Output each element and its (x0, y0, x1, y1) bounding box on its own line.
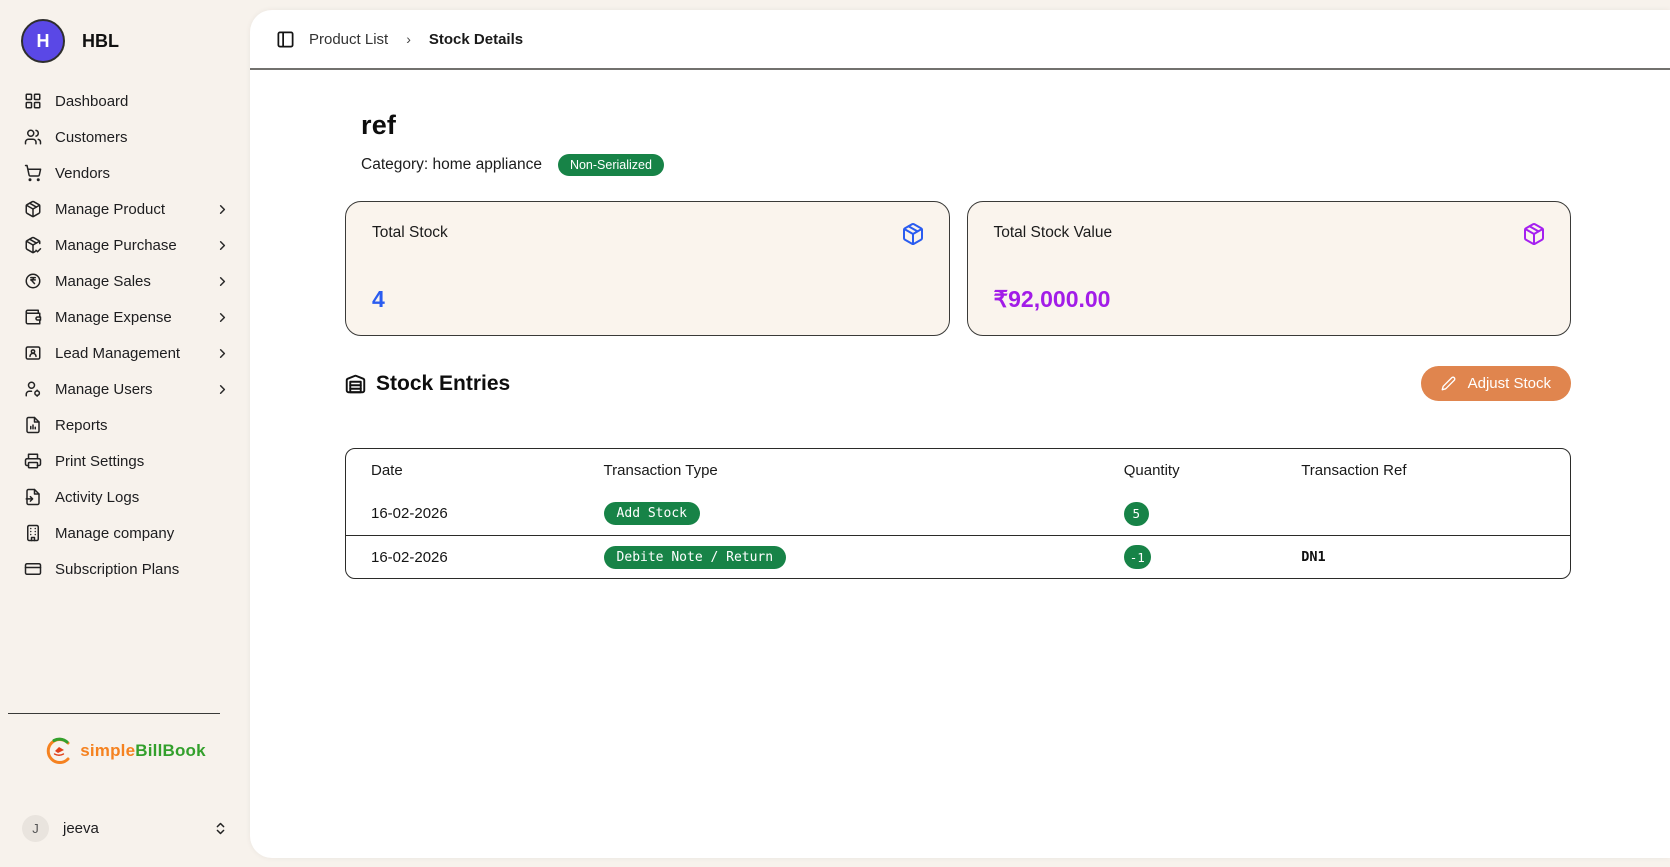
customers-icon (24, 128, 42, 146)
app-logo: simpleBillBook (0, 714, 250, 776)
sidebar-item-manage-expense[interactable]: Manage Expense (14, 299, 240, 335)
total-stock-card: Total Stock 4 (345, 201, 950, 336)
brand: H HBL (0, 0, 250, 77)
chevron-right-icon (215, 382, 230, 397)
stat-label: Total Stock (372, 224, 923, 242)
user-avatar: J (22, 815, 49, 842)
sidebar-item-print-settings[interactable]: Print Settings (14, 443, 240, 479)
breadcrumb-separator: › (402, 31, 415, 47)
breadcrumb-parent[interactable]: Product List (309, 31, 388, 48)
package-icon (1522, 222, 1546, 246)
sidebar-item-manage-purchase[interactable]: Manage Purchase (14, 227, 240, 263)
chevron-right-icon (215, 346, 230, 361)
table-row: 16-02-2026 Debite Note / Return -1 DN1 (346, 535, 1570, 578)
sidebar-item-lead-management[interactable]: Lead Management (14, 335, 240, 371)
chevron-right-icon (215, 274, 230, 289)
cell-transaction-ref: DN1 (1301, 549, 1325, 565)
stat-label: Total Stock Value (994, 224, 1545, 242)
sidebar-item-reports[interactable]: Reports (14, 407, 240, 443)
cell-date: 16-02-2026 (346, 549, 579, 566)
stock-entries-table: Date Transaction Type Quantity Transacti… (345, 448, 1571, 579)
quantity-badge: 5 (1124, 502, 1149, 526)
chevron-right-icon (215, 310, 230, 325)
breadcrumb-current: Stock Details (429, 31, 523, 48)
sidebar-item-subscription-plans[interactable]: Subscription Plans (14, 551, 240, 587)
stat-value: ₹92,000.00 (994, 286, 1111, 313)
table-header-row: Date Transaction Type Quantity Transacti… (346, 449, 1570, 492)
column-header-date: Date (346, 462, 579, 479)
column-header-transaction-type: Transaction Type (579, 462, 1099, 479)
chevrons-up-down-icon (213, 821, 228, 836)
category-label: Category: home appliance (361, 156, 542, 174)
file-input-icon (24, 488, 42, 506)
chevron-right-icon (215, 202, 230, 217)
sidebar-item-activity-logs[interactable]: Activity Logs (14, 479, 240, 515)
main-panel: Product List › Stock Details ref Categor… (250, 10, 1670, 858)
dashboard-icon (24, 92, 42, 110)
column-header-transaction-ref: Transaction Ref (1276, 462, 1570, 479)
transaction-type-badge: Debite Note / Return (604, 546, 787, 569)
adjust-stock-label: Adjust Stock (1468, 375, 1551, 392)
rupee-badge-icon (24, 272, 42, 290)
sidebar-item-customers[interactable]: Customers (14, 119, 240, 155)
user-name: jeeva (63, 820, 199, 837)
chevron-right-icon (215, 238, 230, 253)
app-logo-text: simpleBillBook (80, 741, 206, 761)
stat-value: 4 (372, 286, 385, 313)
transaction-type-badge: Add Stock (604, 502, 700, 525)
stat-cards: Total Stock 4 Total Stock Value ₹92,000.… (345, 201, 1571, 336)
column-header-quantity: Quantity (1099, 462, 1276, 479)
warehouse-icon (345, 373, 366, 394)
sidebar: H HBL Dashboard Customers Vendors Manage… (0, 0, 250, 867)
total-stock-value-card: Total Stock Value ₹92,000.00 (967, 201, 1572, 336)
brand-name: HBL (82, 31, 119, 52)
package-icon (24, 200, 42, 218)
package-check-icon (24, 236, 42, 254)
wallet-icon (24, 308, 42, 326)
user-menu[interactable]: J jeeva (14, 810, 236, 847)
brand-avatar: H (21, 19, 65, 63)
sidebar-item-manage-sales[interactable]: Manage Sales (14, 263, 240, 299)
pencil-icon (1441, 376, 1456, 391)
sidebar-toggle-icon[interactable] (276, 30, 295, 49)
credit-card-icon (24, 560, 42, 578)
sidebar-item-vendors[interactable]: Vendors (14, 155, 240, 191)
printer-icon (24, 452, 42, 470)
file-chart-icon (24, 416, 42, 434)
user-cog-icon (24, 380, 42, 398)
vendors-cart-icon (24, 164, 42, 182)
cell-date: 16-02-2026 (346, 505, 579, 522)
serialization-badge: Non-Serialized (558, 154, 664, 176)
id-card-icon (24, 344, 42, 362)
quantity-badge: -1 (1124, 545, 1151, 569)
section-title: Stock Entries (376, 372, 510, 396)
sidebar-menu: Dashboard Customers Vendors Manage Produ… (0, 77, 250, 587)
sidebar-item-dashboard[interactable]: Dashboard (14, 83, 240, 119)
app-logo-icon (44, 736, 74, 766)
topbar: Product List › Stock Details (250, 10, 1670, 70)
sidebar-item-manage-company[interactable]: Manage company (14, 515, 240, 551)
sidebar-item-manage-product[interactable]: Manage Product (14, 191, 240, 227)
table-row: 16-02-2026 Add Stock 5 (346, 492, 1570, 535)
building-icon (24, 524, 42, 542)
package-icon (901, 222, 925, 246)
adjust-stock-button[interactable]: Adjust Stock (1421, 366, 1571, 401)
sidebar-item-manage-users[interactable]: Manage Users (14, 371, 240, 407)
page-title: ref (361, 110, 1571, 141)
